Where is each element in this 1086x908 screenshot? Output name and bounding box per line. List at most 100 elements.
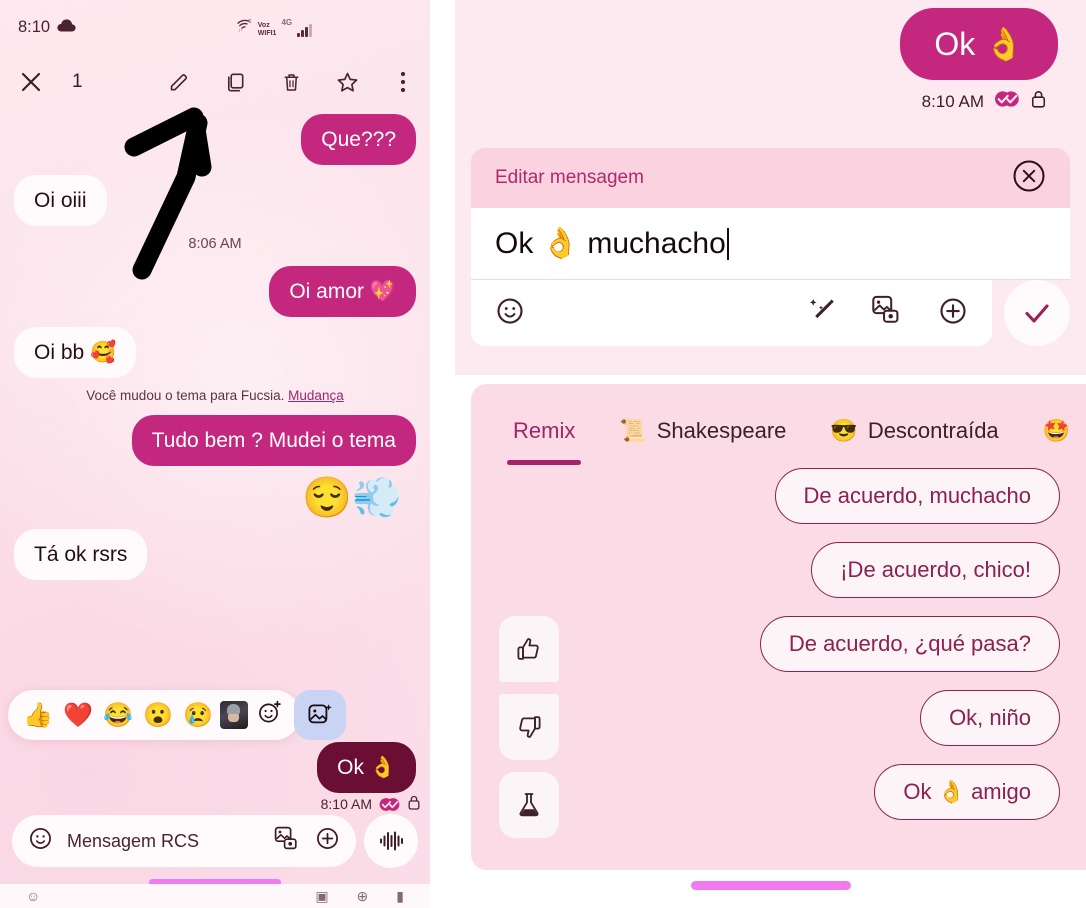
- reaction-thumbsup[interactable]: 👍: [20, 701, 56, 730]
- theme-change-note: Você mudou o tema para Fucsia. Mudança: [14, 388, 416, 403]
- suggestion-panel: Remix 📜 Shakespeare 😎 Descontraída 🤩 De …: [471, 384, 1086, 870]
- conversation-list: Que??? Oi oiii 8:06 AM Oi amor 💖 Oi bb 🥰…: [0, 110, 430, 580]
- message-meta: 8:10 AM: [455, 90, 1086, 113]
- composer-field[interactable]: Mensagem RCS: [12, 815, 356, 867]
- check-confirm-icon[interactable]: [1004, 280, 1070, 346]
- message-bubble-incoming[interactable]: Oi bb 🥰: [14, 327, 137, 378]
- edit-message-card: Editar mensagem Ok 👌 muchacho: [471, 148, 1070, 346]
- message-timestamp: 8:06 AM: [188, 236, 242, 252]
- message-row: Oi oiii: [14, 175, 416, 226]
- message-row: Ok 👌: [0, 742, 430, 793]
- message-row: Ok 👌: [455, 8, 1086, 80]
- gallery-camera-icon[interactable]: [871, 295, 904, 331]
- tab-descontraida[interactable]: 😎 Descontraída: [808, 403, 1020, 459]
- suggestion-chip[interactable]: De acuerdo, muchacho: [774, 468, 1060, 524]
- plus-circle-icon[interactable]: [938, 296, 968, 331]
- message-row: Tudo bem ? Mudei o tema: [14, 415, 416, 466]
- suggestion-chip[interactable]: De acuerdo, ¿qué pasa?: [759, 616, 1060, 672]
- theme-change-link[interactable]: Mudança: [288, 388, 344, 403]
- selected-message-block: Ok 👌 8:10 AM: [0, 742, 430, 813]
- reaction-heart[interactable]: ❤️: [60, 701, 96, 730]
- message-row: Oi bb 🥰: [14, 327, 416, 378]
- message-bubble-incoming[interactable]: Tá ok rsrs: [14, 529, 148, 580]
- reaction-picker: 👍 ❤️ 😂 😮 😢: [8, 690, 346, 740]
- ghost-mic-icon: ▮: [396, 887, 404, 904]
- suggestion-chip-list: De acuerdo, muchacho ¡De acuerdo, chico!…: [471, 460, 1086, 820]
- feedback-tools: [499, 616, 559, 838]
- magic-wand-icon[interactable]: [807, 296, 837, 331]
- action-bar-left: 1: [16, 67, 83, 97]
- lock-icon: [408, 795, 420, 813]
- reaction-surprised[interactable]: 😮: [140, 701, 176, 730]
- thumbs-down-icon[interactable]: [499, 694, 559, 760]
- message-time: 8:10 AM: [320, 796, 372, 812]
- star-icon[interactable]: [332, 67, 362, 97]
- contact-avatar-reaction[interactable]: [220, 701, 248, 729]
- message-bubble-outgoing[interactable]: Oi amor 💖: [269, 266, 416, 317]
- edit-input-value: Ok 👌 muchacho: [495, 227, 726, 260]
- emoji-icon[interactable]: [28, 826, 53, 856]
- thumbs-up-icon[interactable]: [499, 616, 559, 682]
- copy-icon[interactable]: [220, 67, 250, 97]
- screenshot-root: 8:10 6 ↓↑ Voz WIFI1 4G 1 Que??? Oi oiii …: [0, 0, 1086, 908]
- home-indicator: [690, 881, 851, 890]
- gallery-camera-icon[interactable]: [274, 826, 301, 857]
- sticker-gallery-icon[interactable]: [294, 690, 346, 740]
- voz-wifi-label: Voz WIFI1: [257, 22, 277, 37]
- network-type-label: 4G: [281, 18, 293, 27]
- suggestion-chip[interactable]: ¡De acuerdo, chico!: [811, 542, 1060, 598]
- edit-card-header: Editar mensagem: [471, 148, 1070, 208]
- double-check-read-icon: [994, 90, 1021, 113]
- add-emoji-icon[interactable]: [252, 699, 288, 732]
- tab-shakespeare[interactable]: 📜 Shakespeare: [597, 403, 808, 459]
- status-time: 8:10: [18, 17, 51, 36]
- close-circle-icon[interactable]: [1012, 159, 1046, 198]
- text-cursor: [726, 227, 729, 260]
- theme-change-text: Você mudou o tema para Fucsia.: [86, 388, 285, 403]
- reaction-sad[interactable]: 😢: [180, 701, 216, 730]
- message-row: Que???: [14, 114, 416, 165]
- edit-toolbar: [471, 280, 992, 346]
- message-meta: 8:10 AM: [0, 795, 430, 813]
- right-phone-panel: Ok 👌 8:10 AM Editar mensagem Ok 👌 muchac…: [455, 0, 1086, 908]
- tab-remix[interactable]: Remix: [491, 403, 597, 465]
- message-reaction[interactable]: 😌💨: [14, 474, 416, 521]
- scroll-emoji-icon: 📜: [619, 418, 647, 443]
- left-phone-panel: 8:10 6 ↓↑ Voz WIFI1 4G 1 Que??? Oi oiii …: [0, 0, 430, 908]
- tab-descontraida-label: Descontraída: [867, 418, 999, 443]
- message-bubble-selected[interactable]: Ok 👌: [317, 742, 416, 793]
- status-right: 6 ↓↑ Voz WIFI1 4G: [237, 18, 312, 37]
- message-bubble-outgoing[interactable]: Tudo bem ? Mudei o tema: [131, 415, 416, 466]
- action-bar-right: [164, 67, 418, 97]
- edit-toolbar-row: [471, 280, 1070, 346]
- more-vertical-icon[interactable]: [388, 67, 418, 97]
- voice-waveform-icon[interactable]: [364, 814, 418, 868]
- svg-text:↓↑: ↓↑: [238, 28, 243, 32]
- starstruck-emoji-icon: 🤩: [1042, 418, 1071, 443]
- message-row: Tá ok rsrs: [14, 529, 416, 580]
- trash-icon[interactable]: [276, 67, 306, 97]
- reaction-laugh[interactable]: 😂: [100, 701, 136, 730]
- message-bubble-outgoing[interactable]: Que???: [301, 114, 416, 165]
- message-input-placeholder[interactable]: Mensagem RCS: [67, 831, 260, 852]
- message-bubble-being-edited[interactable]: Ok 👌: [900, 8, 1058, 80]
- message-bubble-incoming[interactable]: Oi oiii: [14, 175, 107, 226]
- edit-message-input[interactable]: Ok 👌 muchacho: [471, 208, 1070, 280]
- ghost-plus-icon: ⊕: [356, 887, 369, 904]
- tab-next-partial[interactable]: 🤩: [1021, 403, 1086, 459]
- suggestion-chip[interactable]: Ok, niño: [920, 690, 1060, 746]
- edit-mode-top: Ok 👌 8:10 AM Editar mensagem Ok 👌 muchac…: [455, 0, 1086, 375]
- emoji-icon[interactable]: [495, 296, 525, 331]
- cloud-icon: [57, 18, 76, 37]
- plus-circle-icon[interactable]: [315, 826, 340, 856]
- lock-icon: [1031, 90, 1046, 113]
- edit-card-title: Editar mensagem: [495, 167, 644, 188]
- suggestion-chip[interactable]: Ok 👌 amigo: [874, 764, 1060, 820]
- flask-lab-icon[interactable]: [499, 772, 559, 838]
- ghost-gallery-icon: ▣: [315, 887, 329, 904]
- message-row: Oi amor 💖: [14, 266, 416, 317]
- close-icon[interactable]: [16, 67, 46, 97]
- suggestion-tabs: Remix 📜 Shakespeare 😎 Descontraída 🤩: [471, 384, 1086, 465]
- pencil-edit-icon[interactable]: [164, 67, 194, 97]
- message-time: 8:10 AM: [921, 91, 984, 111]
